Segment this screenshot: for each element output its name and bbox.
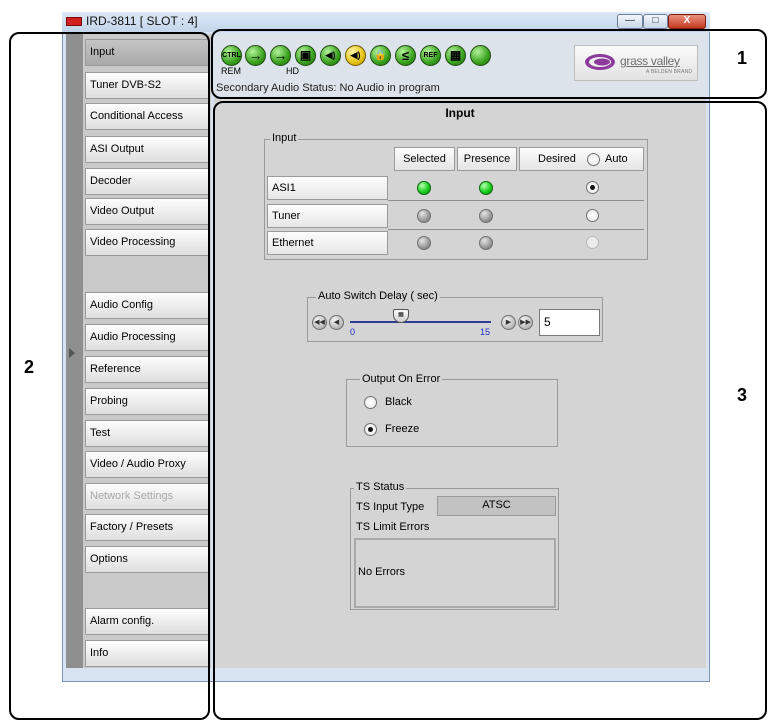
callout-number-2: 2 <box>24 357 35 377</box>
callout-box-2 <box>9 32 210 720</box>
minimize-button[interactable]: — <box>617 14 643 29</box>
app-icon <box>66 17 82 26</box>
close-button[interactable]: X <box>668 14 706 29</box>
window-title: IRD-3811 [ SLOT : 4] <box>86 14 198 28</box>
callout-number-1: 1 <box>737 48 748 68</box>
callout-box-3 <box>213 101 767 720</box>
callout-number-3: 3 <box>737 385 748 405</box>
callout-box-1 <box>211 29 767 99</box>
maximize-button[interactable]: □ <box>643 14 668 29</box>
